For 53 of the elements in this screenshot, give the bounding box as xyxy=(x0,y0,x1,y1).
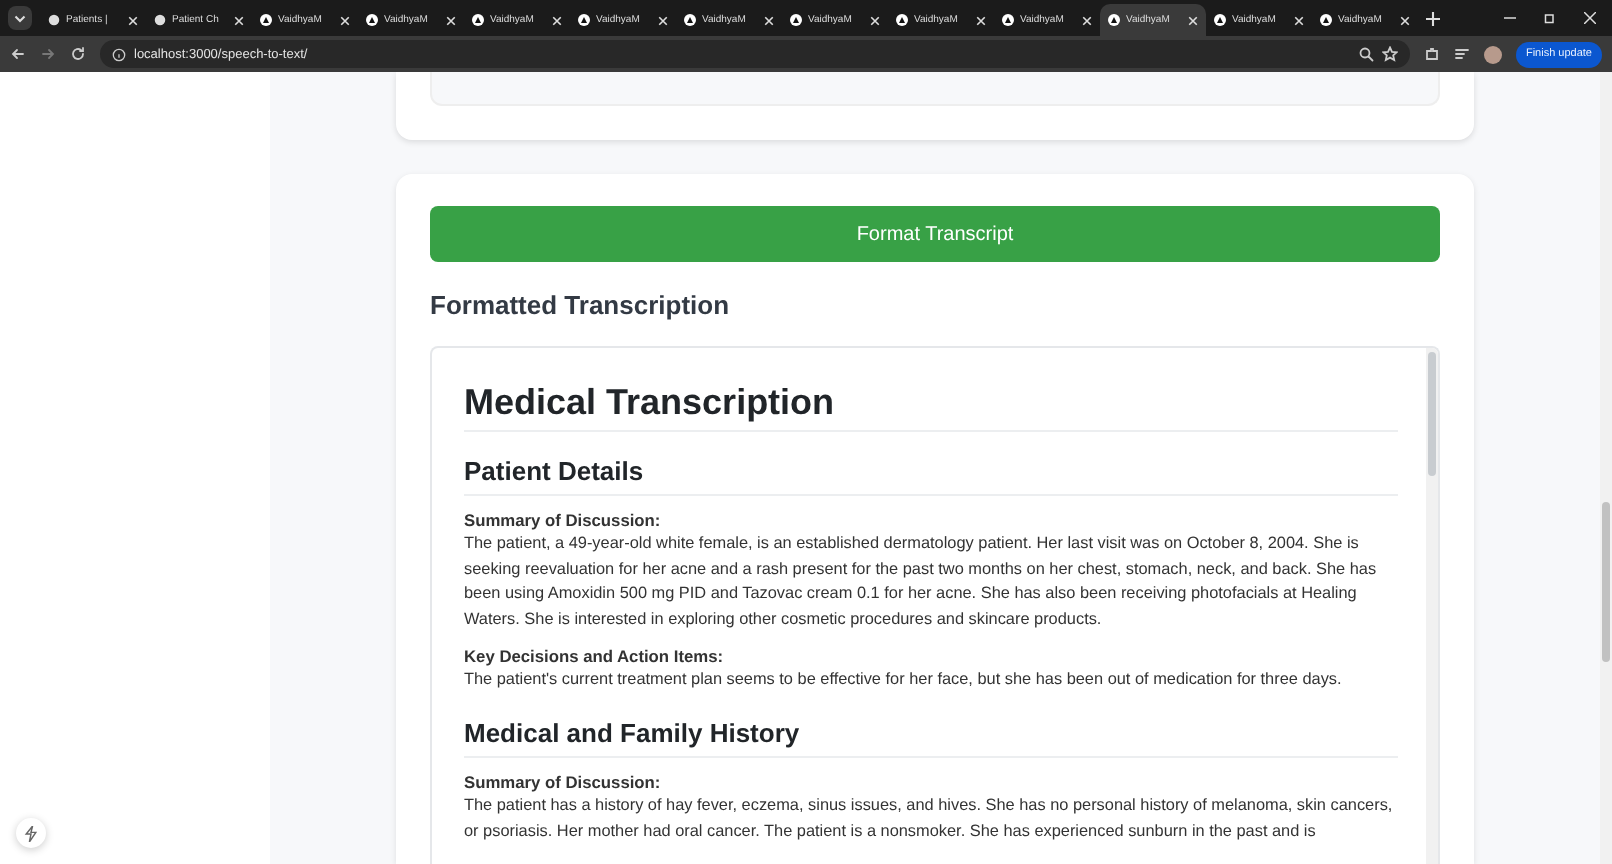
back-icon[interactable] xyxy=(10,46,26,62)
avatar-icon[interactable] xyxy=(1483,45,1502,63)
chevron-down-icon xyxy=(14,12,26,24)
forward-icon[interactable] xyxy=(40,46,56,62)
field-label: Key Decisions and Action Items: xyxy=(464,646,726,669)
close-window-icon[interactable] xyxy=(1584,12,1596,24)
triangle-icon xyxy=(366,14,378,26)
section-title: Formatted Transcription xyxy=(430,290,732,320)
close-icon[interactable] xyxy=(658,15,668,25)
reload-icon[interactable] xyxy=(70,46,86,62)
close-icon[interactable] xyxy=(446,15,456,25)
triangle-icon xyxy=(472,14,484,26)
paragraph: The patient has a history of hay fever, eczema, sinus issues, and hives. She has no personal history of melanoma, skin cancers, or psoriasis. Her mother had oral cancer. The patient is a nonsmoker. She has experienced sunburn in the past and is xyxy=(464,793,1395,844)
triangle-icon xyxy=(1108,14,1120,26)
field-label: Summary of Discussion: xyxy=(464,771,663,794)
new-tab-icon[interactable] xyxy=(1426,11,1440,25)
lightning-icon xyxy=(24,825,38,841)
close-icon[interactable] xyxy=(764,15,774,25)
triangle-icon xyxy=(578,14,590,26)
zoom-icon[interactable] xyxy=(1357,46,1374,62)
triangle-icon xyxy=(1214,14,1226,26)
close-icon[interactable] xyxy=(234,15,244,25)
paragraph: The patient, a 49-year-old white female, is an established dermatology patient. Her last visit was on October 8, 2004. She is seeking reevaluation for her acne and a rash present for the past two months on her chest, stomach, neck, and back. She has been using Amoxidin 500 mg PID and Tazovac cream 0.1 for her acne. She has also been receiving photofacials at Healing Waters. She is interested in exploring other cosmetic procedures and skincare products. xyxy=(464,532,1379,632)
info-icon[interactable] xyxy=(112,47,126,61)
close-icon[interactable] xyxy=(976,15,986,25)
page-scrollbar[interactable] xyxy=(1600,72,1612,864)
field-label: Summary of Discussion: xyxy=(464,510,663,532)
media-icon[interactable] xyxy=(1453,46,1470,62)
triangle-icon xyxy=(896,14,908,26)
section-heading: Patient Details xyxy=(464,456,1398,496)
close-icon[interactable] xyxy=(1400,15,1410,25)
triangle-icon xyxy=(1002,14,1014,26)
close-icon[interactable] xyxy=(1082,15,1092,25)
triangle-icon xyxy=(260,14,272,26)
triangle-icon xyxy=(684,14,696,26)
extensions-icon[interactable] xyxy=(1423,46,1440,62)
tab-search-button[interactable] xyxy=(8,6,32,30)
close-icon[interactable] xyxy=(340,15,350,25)
close-icon[interactable] xyxy=(870,15,880,25)
restore-icon[interactable] xyxy=(1544,12,1556,24)
paragraph: The patient's current treatment plan seems to be effective for her face, but she has been out of medication for three days. xyxy=(464,668,1344,693)
scrollbar[interactable] xyxy=(1426,348,1438,864)
triangle-icon xyxy=(790,14,802,26)
section-heading: Medical and Family History xyxy=(464,717,1398,758)
close-icon[interactable] xyxy=(552,15,562,25)
close-icon[interactable] xyxy=(128,15,138,25)
close-icon[interactable] xyxy=(1188,15,1198,25)
assistant-button[interactable] xyxy=(16,818,46,848)
triangle-icon xyxy=(1320,14,1332,26)
minimize-icon[interactable] xyxy=(1504,12,1516,24)
star-icon[interactable] xyxy=(1381,46,1398,62)
close-icon[interactable] xyxy=(1294,15,1304,25)
document-title: Medical Transcription xyxy=(464,382,1398,432)
